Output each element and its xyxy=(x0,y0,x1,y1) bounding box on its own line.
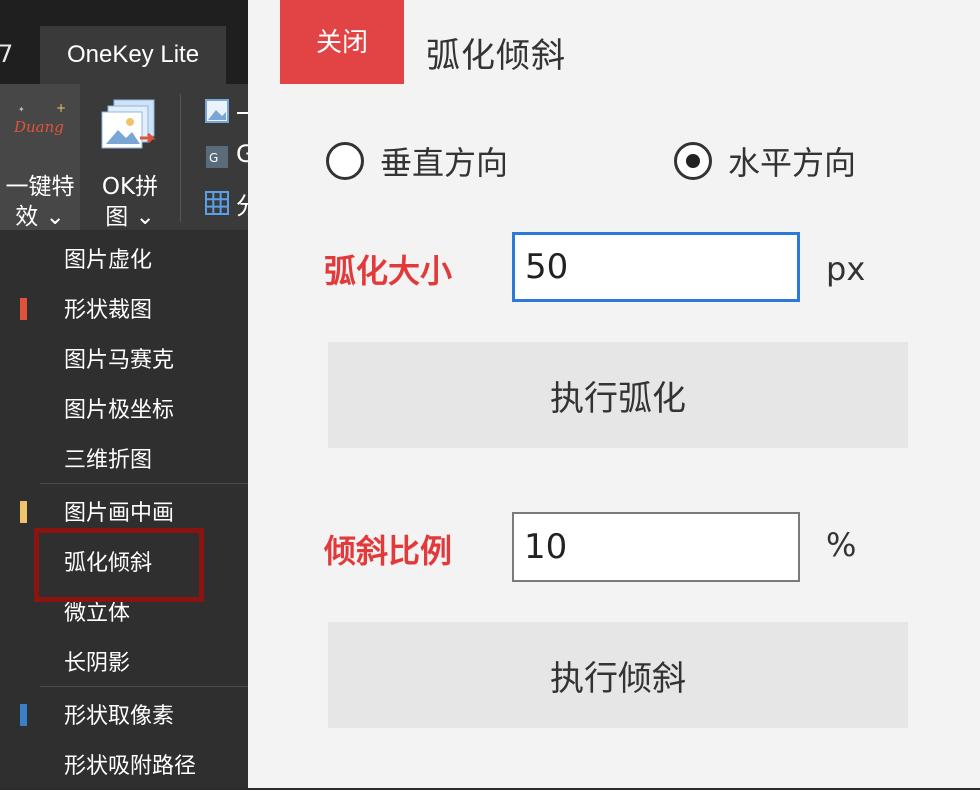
radio-horizontal[interactable]: 水平方向 xyxy=(674,140,894,186)
arc-unit: px xyxy=(826,250,866,288)
highlight-annotation-box xyxy=(34,528,204,602)
svg-text:+: + xyxy=(56,101,66,115)
radio-vertical[interactable]: 垂直方向 xyxy=(326,140,546,186)
panel-title: 弧化倾斜 xyxy=(426,36,566,76)
ok-collage-label: OK拼 图 ⌄ xyxy=(101,174,159,230)
grid-icon xyxy=(205,191,229,215)
execute-tilt-button[interactable]: 执行倾斜 xyxy=(328,622,908,728)
menu-item-3d-fold[interactable]: 三维折图 xyxy=(0,434,248,484)
menu-item-mosaic[interactable]: 图片马赛克 xyxy=(0,334,248,384)
menu-item-shape-pixel[interactable]: 形状取像素 xyxy=(0,690,248,740)
category-marker xyxy=(20,501,27,523)
close-button[interactable]: 关闭 xyxy=(280,0,404,84)
ribbon-separator xyxy=(180,94,181,222)
menu-divider xyxy=(40,686,248,687)
menu-item-long-shadow[interactable]: 长阴影 xyxy=(0,637,248,687)
arc-size-label: 弧化大小 xyxy=(324,252,453,290)
ribbon-toolbar: Duang + ✦ 一键特 效 ⌄ OK拼 图 ⌄ G G xyxy=(0,84,248,230)
execute-arc-button[interactable]: 执行弧化 xyxy=(328,342,908,448)
image-icon xyxy=(205,99,229,123)
radio-circle-checked[interactable] xyxy=(674,142,712,180)
svg-text:G: G xyxy=(209,151,218,165)
tilt-ratio-input[interactable] xyxy=(512,512,800,582)
category-marker xyxy=(20,298,27,320)
one-click-effects-label: 一键特 效 ⌄ xyxy=(5,174,75,230)
ribbon-small-item-3[interactable]: 分 xyxy=(200,188,248,218)
tilt-unit: % xyxy=(826,526,857,564)
tab-bar: 7 OneKey Lite xyxy=(0,0,248,84)
ribbon-sidebar: 7 OneKey Lite Duang + ✦ 一键特 效 ⌄ OK拼 图 ⌄ … xyxy=(0,0,248,788)
gif-icon: G xyxy=(206,146,228,168)
duang-effects-icon: Duang + ✦ xyxy=(13,101,66,136)
radio-circle[interactable] xyxy=(326,142,364,180)
arc-size-input[interactable] xyxy=(512,232,800,302)
svg-text:Duang: Duang xyxy=(13,118,64,136)
menu-item-polar[interactable]: 图片极坐标 xyxy=(0,384,248,434)
image-stack-icon xyxy=(101,99,156,149)
menu-item-shape-crop[interactable]: 形状裁图 xyxy=(0,284,248,334)
tab-previous-partial[interactable]: 7 xyxy=(0,40,13,68)
tilt-ratio-label: 倾斜比例 xyxy=(324,532,453,570)
tab-onekey-lite[interactable]: OneKey Lite xyxy=(40,26,226,84)
menu-item-blur[interactable]: 图片虚化 xyxy=(0,234,248,284)
arc-tilt-panel: 关闭 弧化倾斜 垂直方向 水平方向 弧化大小 px 执行弧化 倾斜比例 % 执行… xyxy=(248,0,980,788)
ribbon-small-item-1[interactable]: 一 xyxy=(200,96,248,126)
ribbon-small-item-2[interactable]: G G xyxy=(200,142,248,172)
ok-collage-button[interactable]: OK拼 图 ⌄ xyxy=(84,84,176,230)
menu-divider xyxy=(40,483,248,484)
menu-item-shape-snap-path[interactable]: 形状吸附路径 xyxy=(0,740,248,790)
svg-text:✦: ✦ xyxy=(18,105,25,114)
one-click-effects-button[interactable]: Duang + ✦ 一键特 效 ⌄ xyxy=(0,84,80,230)
category-marker xyxy=(20,704,27,726)
